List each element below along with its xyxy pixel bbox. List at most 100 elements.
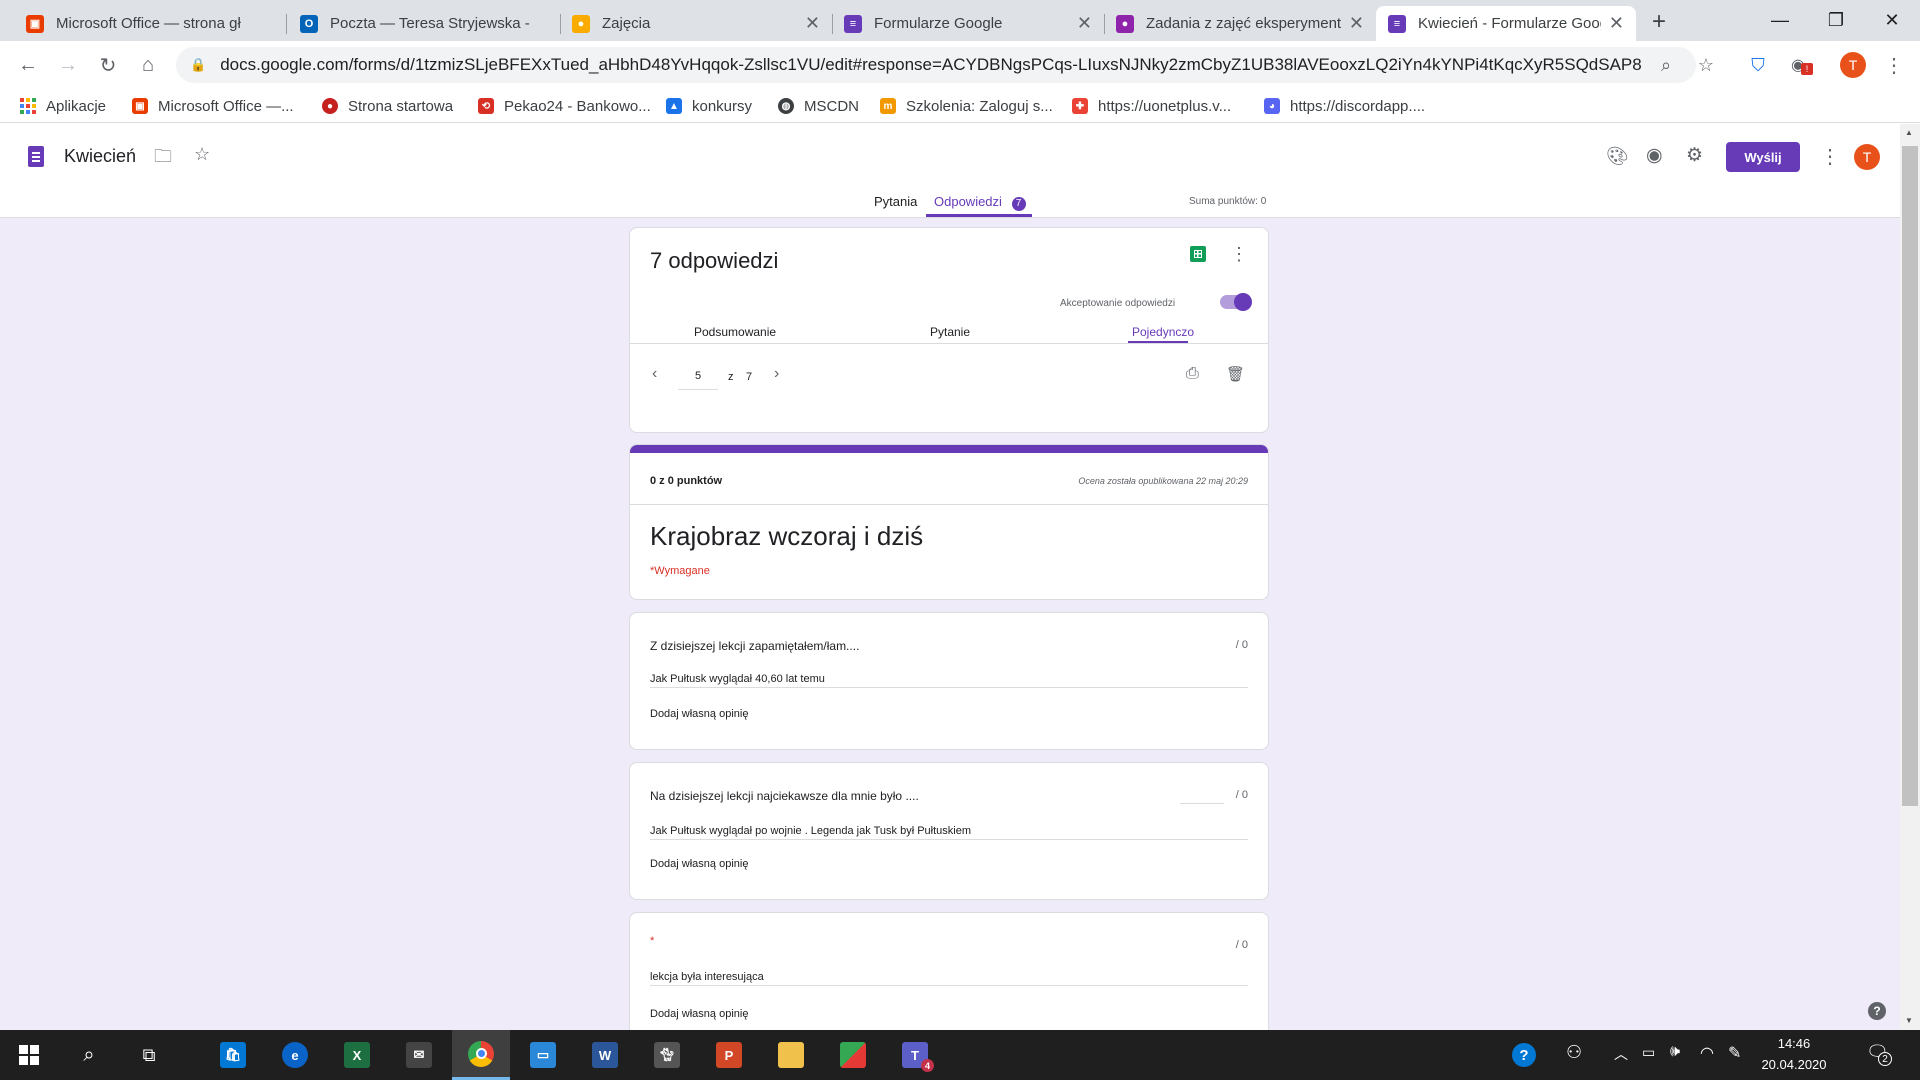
subtab-question[interactable]: Pytanie — [930, 325, 970, 339]
bookmark-discord[interactable]: ◕ https://discordapp.... — [1264, 95, 1425, 117]
google-forms-logo-icon[interactable] — [28, 146, 44, 167]
apps-grid-icon — [20, 98, 36, 114]
close-tab-icon[interactable]: ✕ — [1609, 13, 1624, 34]
browser-tab-forms[interactable]: ≡ Formularze Google ✕ — [832, 6, 1104, 41]
extension-alert-icon[interactable]: ◉! — [1786, 53, 1814, 77]
taskbar-store[interactable]: 🛍︎ — [204, 1030, 262, 1080]
globe-icon: ◍ — [778, 98, 794, 114]
print-icon[interactable]: ⎙ — [1186, 365, 1199, 383]
accepting-responses-toggle[interactable] — [1220, 293, 1252, 311]
help-tray-icon[interactable]: ? — [1512, 1043, 1536, 1067]
close-tab-icon[interactable]: ✕ — [805, 13, 820, 34]
taskbar-teams[interactable]: T 4 — [886, 1030, 944, 1080]
taskbar-powerpoint[interactable]: P — [700, 1030, 758, 1080]
bookmarks-bar: Aplikacje ▣ Microsoft Office —... ● Stro… — [0, 89, 1920, 123]
subtab-summary[interactable]: Podsumowanie — [694, 325, 776, 339]
star-icon[interactable]: ☆ — [194, 144, 210, 165]
taskbar-excel[interactable]: X — [328, 1030, 386, 1080]
new-tab-button[interactable]: + — [1652, 8, 1666, 36]
question-points[interactable]: / 0 — [1236, 939, 1248, 951]
browser-tab-zajecia[interactable]: ● Zajęcia ✕ — [560, 6, 832, 41]
taskbar-word[interactable]: W — [576, 1030, 634, 1080]
close-tab-icon[interactable]: ✕ — [1349, 13, 1364, 34]
preview-eye-icon[interactable]: ◉ — [1646, 144, 1663, 167]
bookmark-strona-startowa[interactable]: ● Strona startowa — [322, 95, 453, 117]
responses-count-title: 7 odpowiedzi — [650, 248, 779, 273]
add-feedback-link[interactable]: Dodaj własną opinię — [650, 858, 748, 870]
zoom-search-icon[interactable]: ⌕ — [1654, 53, 1678, 77]
browser-tab-strip: ▣ Microsoft Office — strona gł O Poczta … — [0, 0, 1920, 41]
bookmark-szkolenia[interactable]: m Szkolenia: Zaloguj s... — [880, 95, 1053, 117]
account-avatar[interactable]: T — [1854, 144, 1880, 170]
pen-icon[interactable]: ✎ — [1728, 1043, 1741, 1063]
tab-responses[interactable]: Odpowiedzi 7 — [934, 194, 1026, 211]
bookmark-aplikacje[interactable]: Aplikacje — [20, 95, 106, 117]
task-view-icon[interactable]: ⧉ — [120, 1030, 178, 1080]
folder-icon[interactable]: 🗀 — [154, 144, 172, 174]
taskbar-prezi[interactable] — [824, 1030, 882, 1080]
bookmark-uonetplus[interactable]: ✚ https://uonetplus.v... — [1072, 95, 1231, 117]
browser-tab-assignments[interactable]: ● Zadania z zajęć eksperyment ✕ — [1104, 6, 1376, 41]
help-icon[interactable]: ? — [1868, 1002, 1886, 1020]
bookmark-konkursy[interactable]: ▲ konkursy — [666, 95, 752, 117]
taskbar-mail[interactable]: ✉ — [390, 1030, 448, 1080]
extension-shield-icon[interactable]: ⛉ — [1746, 53, 1770, 77]
scroll-up-icon[interactable]: ▲ — [1905, 128, 1913, 137]
browser-menu-icon[interactable]: ⋮ — [1882, 53, 1906, 77]
delete-trash-icon[interactable]: 🗑︎ — [1226, 365, 1245, 383]
volume-icon[interactable]: 🕪︎ — [1670, 1043, 1680, 1061]
points-input[interactable] — [1180, 803, 1224, 804]
browser-tab-office[interactable]: ▣ Microsoft Office — strona gł — [14, 6, 282, 41]
bookmark-star-icon[interactable]: ☆ — [1694, 53, 1718, 77]
close-window-icon[interactable]: ✕ — [1864, 0, 1920, 41]
minimize-icon[interactable]: — — [1752, 0, 1808, 41]
response-index-input[interactable]: 5 — [678, 370, 718, 390]
previous-response-icon[interactable]: ‹ — [652, 365, 657, 383]
clock-time[interactable]: 14:46 — [1754, 1036, 1834, 1051]
search-icon[interactable]: ⌕ — [60, 1030, 118, 1080]
palette-icon[interactable]: 🎨︎ — [1606, 146, 1629, 167]
taskbar-file-explorer[interactable] — [762, 1030, 820, 1080]
sheets-icon[interactable] — [1190, 246, 1206, 262]
restore-icon[interactable]: ❐ — [1808, 0, 1864, 41]
back-icon[interactable]: ← — [14, 51, 42, 79]
chevron-up-icon[interactable]: ︿ — [1614, 1044, 1628, 1064]
add-feedback-link[interactable]: Dodaj własną opinię — [650, 1008, 748, 1020]
scrollbar-thumb[interactable] — [1902, 146, 1918, 806]
bookmark-mscdn[interactable]: ◍ MSCDN — [778, 95, 859, 117]
tab-questions[interactable]: Pytania — [874, 194, 917, 209]
reload-icon[interactable]: ↻ — [94, 51, 122, 79]
close-tab-icon[interactable]: ✕ — [1077, 13, 1092, 34]
windows-start-icon[interactable] — [0, 1030, 58, 1080]
add-feedback-link[interactable]: Dodaj własną opinię — [650, 708, 748, 720]
prezi-icon — [840, 1042, 866, 1068]
address-bar[interactable]: 🔒 docs.google.com/forms/d/1tzmizSLjeBFEX… — [176, 47, 1696, 83]
more-options-icon[interactable]: ⋮ — [1230, 244, 1248, 265]
taskbar-remote-desktop[interactable]: ▭ — [514, 1030, 572, 1080]
clock-date[interactable]: 20.04.2020 — [1754, 1057, 1834, 1072]
taskbar-chrome[interactable] — [452, 1030, 510, 1080]
browser-tab-kwiecien[interactable]: ≡ Kwiecień - Formularze Googl ✕ — [1376, 6, 1636, 41]
taskbar-edge[interactable]: e — [266, 1030, 324, 1080]
scroll-down-icon[interactable]: ▼ — [1905, 1016, 1913, 1025]
more-options-icon[interactable]: ⋮ — [1820, 144, 1840, 169]
subtab-individual[interactable]: Pojedynczo — [1132, 325, 1194, 339]
home-icon[interactable]: ⌂ — [134, 51, 162, 79]
folder-icon — [778, 1042, 804, 1068]
forward-icon[interactable]: → — [54, 51, 82, 79]
next-response-icon[interactable]: › — [774, 365, 779, 383]
profile-avatar[interactable]: T — [1840, 52, 1866, 78]
question-points[interactable]: / 0 — [1236, 639, 1248, 651]
battery-icon[interactable]: ▭ — [1642, 1044, 1655, 1061]
browser-tab-mail[interactable]: O Poczta — Teresa Stryjewska - — [288, 6, 560, 41]
form-title[interactable]: Kwiecień — [64, 146, 136, 167]
send-button[interactable]: Wyślij — [1726, 142, 1800, 172]
notifications-icon[interactable]: 🗨︎ 2 — [1866, 1042, 1892, 1066]
bookmark-pekao[interactable]: ⟲ Pekao24 - Bankowo... — [478, 95, 651, 117]
settings-gear-icon[interactable]: ⚙ — [1686, 144, 1703, 167]
url-text[interactable]: docs.google.com/forms/d/1tzmizSLjeBFEXxT… — [220, 55, 1650, 75]
people-icon[interactable]: ⚇ — [1566, 1042, 1582, 1063]
taskbar-cat-app[interactable]: 🐈︎ — [638, 1030, 696, 1080]
wifi-icon[interactable]: ◠ — [1700, 1043, 1714, 1063]
bookmark-office[interactable]: ▣ Microsoft Office —... — [132, 95, 294, 117]
